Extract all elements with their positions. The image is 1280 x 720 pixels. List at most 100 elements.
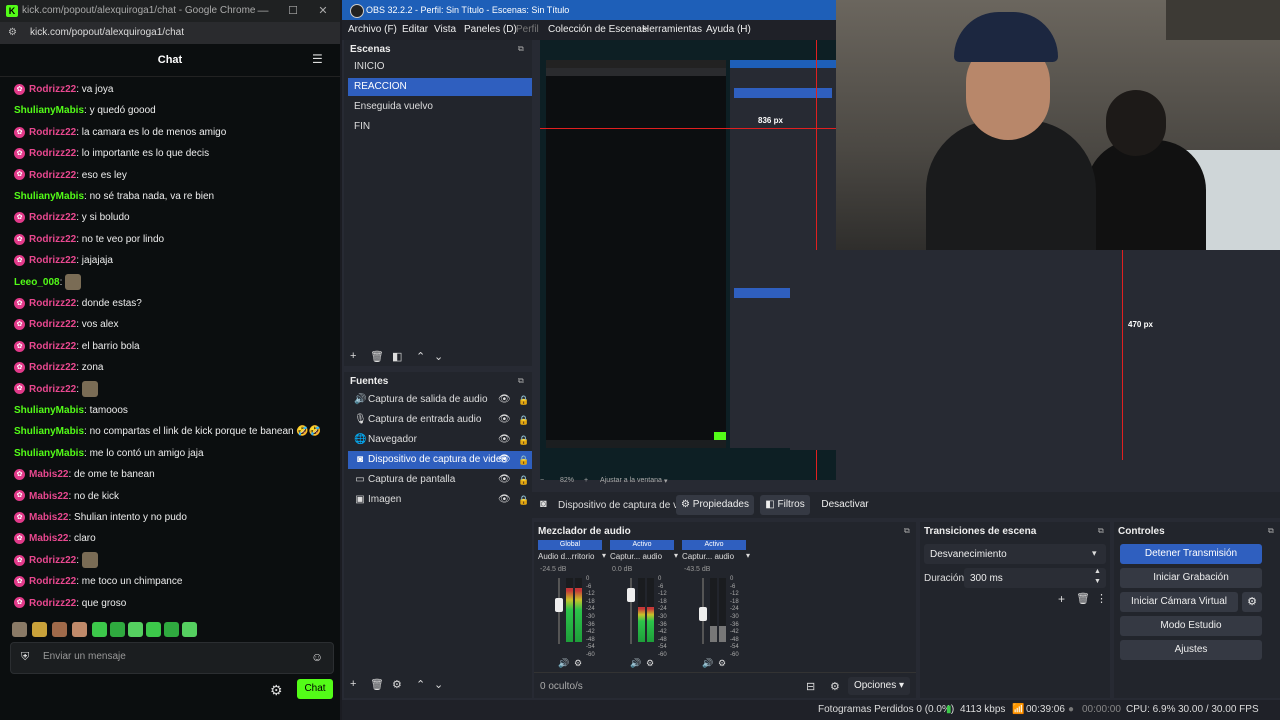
remove-scene-icon[interactable]: 🗑 [370, 350, 384, 363]
menu-archivo[interactable]: Archivo (F) [348, 24, 397, 35]
scene-item[interactable]: Enseguida vuelvo [348, 98, 532, 116]
chat-users-icon[interactable]: ☰ [312, 52, 323, 66]
chat-username[interactable]: Leeo_008 [14, 277, 60, 288]
add-transition-icon[interactable]: + [1058, 592, 1065, 606]
chat-username[interactable]: Mabis22 [29, 512, 68, 523]
mixer-advanced-gear-icon[interactable]: ⚙ [830, 680, 840, 693]
send-chat-button[interactable]: Chat [297, 679, 333, 699]
muted-speaker-icon[interactable]: 🔊 [702, 658, 713, 669]
move-up-icon[interactable]: ⌃ [416, 678, 425, 691]
emote-icon[interactable] [146, 622, 161, 637]
chat-input[interactable]: ⛨ Enviar un mensaje ☺ [10, 642, 334, 674]
studio-mode-button[interactable]: Modo Estudio [1120, 616, 1262, 636]
properties-button[interactable]: ⚙ Propiedades [676, 495, 754, 515]
stepper-up-icon[interactable]: ▲ [1094, 568, 1101, 575]
source-settings-gear-icon[interactable]: ⚙ [392, 678, 402, 691]
emote-icon[interactable] [52, 622, 67, 637]
chat-username[interactable]: Rodrizz22 [29, 170, 76, 181]
chat-settings-gear-icon[interactable]: ⚙ [270, 682, 283, 699]
emote-icon[interactable] [12, 622, 27, 637]
emote-icon[interactable] [32, 622, 47, 637]
lock-icon[interactable]: 🔒 [518, 471, 529, 489]
visibility-eye-icon[interactable]: 👁 [498, 451, 511, 469]
scene-item[interactable]: FIN [348, 118, 532, 136]
duration-field[interactable]: 300 ms ▲ ▼ [964, 568, 1106, 588]
speaker-icon[interactable]: 🔊 [630, 658, 641, 669]
volume-fader[interactable] [627, 588, 635, 603]
menu-ayuda[interactable]: Ayuda (H) [706, 24, 751, 35]
add-scene-icon[interactable]: + [350, 350, 356, 362]
visibility-eye-icon[interactable]: 👁 [498, 431, 511, 449]
zoom-out-icon[interactable]: − [540, 477, 544, 484]
chat-username[interactable]: Rodrizz22 [29, 384, 76, 395]
channel-settings-gear-icon[interactable]: ⚙ [646, 658, 654, 669]
move-down-icon[interactable]: ⌄ [434, 678, 443, 691]
lock-icon[interactable]: 🔒 [518, 411, 529, 429]
emote-icon[interactable] [92, 622, 107, 637]
stop-stream-button[interactable]: Detener Transmisión [1120, 544, 1262, 564]
undock-icon[interactable]: ⧉ [518, 44, 524, 54]
chat-username[interactable]: ShulianyMabis [14, 405, 84, 416]
chat-username[interactable]: ShulianyMabis [14, 105, 84, 116]
remove-transition-icon[interactable]: 🗑 [1076, 592, 1090, 605]
remove-source-icon[interactable]: 🗑 [370, 678, 384, 691]
source-item[interactable]: ▭ Captura de pantalla 👁 🔒 [348, 471, 532, 489]
chat-username[interactable]: ShulianyMabis [14, 448, 84, 459]
visibility-eye-icon[interactable]: 👁 [498, 471, 511, 489]
emoji-picker-icon[interactable]: ☺ [311, 650, 323, 664]
chat-username[interactable]: ShulianyMabis [14, 426, 84, 437]
channel-settings-gear-icon[interactable]: ⚙ [718, 658, 726, 669]
emote-icon[interactable] [164, 622, 179, 637]
undock-icon[interactable]: ⧉ [1268, 526, 1274, 536]
chat-username[interactable]: Rodrizz22 [29, 362, 76, 373]
undock-icon[interactable]: ⧉ [904, 526, 910, 536]
chat-username[interactable]: Rodrizz22 [29, 555, 76, 566]
visibility-eye-icon[interactable]: 👁 [498, 491, 511, 509]
chat-username[interactable]: Rodrizz22 [29, 341, 76, 352]
fit-dropdown-icon[interactable]: ▾ [664, 477, 668, 485]
chat-username[interactable]: Mabis22 [29, 533, 68, 544]
zoom-in-icon[interactable]: + [584, 477, 588, 484]
move-down-icon[interactable]: ⌄ [434, 350, 443, 363]
chat-username[interactable]: Rodrizz22 [29, 255, 76, 266]
maximize-icon[interactable]: ☐ [284, 3, 302, 19]
chat-username[interactable]: ShulianyMabis [14, 191, 84, 202]
virtual-camera-gear-icon[interactable]: ⚙ [1242, 592, 1262, 612]
chat-username[interactable]: Rodrizz22 [29, 148, 76, 159]
chat-username[interactable]: Rodrizz22 [29, 84, 76, 95]
lock-icon[interactable]: 🔒 [518, 431, 529, 449]
transition-select[interactable]: Desvanecimiento ▾ [924, 544, 1106, 564]
fit-to-window[interactable]: Ajustar a la ventana [600, 477, 662, 484]
lock-icon[interactable]: 🔒 [518, 491, 529, 509]
chat-username[interactable]: Rodrizz22 [29, 234, 76, 245]
source-item[interactable]: ◙ Dispositivo de captura de video 👁 🔒 [348, 451, 532, 469]
menu-herramientas[interactable]: Herramientas [642, 24, 702, 35]
close-icon[interactable]: ✕ [314, 3, 332, 19]
chat-username[interactable]: Rodrizz22 [29, 298, 76, 309]
visibility-eye-icon[interactable]: 👁 [498, 411, 511, 429]
chat-username[interactable]: Rodrizz22 [29, 212, 76, 223]
channel-menu-chevron-icon[interactable]: ▾ [602, 551, 606, 560]
speaker-icon[interactable]: 🔊 [558, 658, 569, 669]
source-item[interactable]: 🔊 Captura de salida de audio 👁 🔒 [348, 391, 532, 409]
transition-menu-icon[interactable]: ⋮ [1096, 592, 1107, 605]
add-source-icon[interactable]: + [350, 678, 356, 690]
lock-icon[interactable]: 🔒 [518, 451, 529, 469]
volume-fader[interactable] [555, 597, 563, 612]
menu-coleccion-escenas[interactable]: Colección de Escenas [548, 24, 647, 35]
chat-username[interactable]: Rodrizz22 [29, 598, 76, 609]
visibility-eye-icon[interactable]: 👁 [498, 391, 511, 409]
menu-perfil[interactable]: Perfil [516, 24, 539, 35]
scene-filters-icon[interactable]: ◧ [392, 350, 402, 363]
chat-username[interactable]: Rodrizz22 [29, 319, 76, 330]
volume-fader[interactable] [699, 606, 707, 621]
virtual-camera-button[interactable]: Iniciar Cámara Virtual [1120, 592, 1238, 612]
undock-icon[interactable]: ⧉ [518, 376, 524, 386]
menu-vista[interactable]: Vista [434, 24, 456, 35]
channel-menu-chevron-icon[interactable]: ▾ [674, 551, 678, 560]
minimize-icon[interactable]: — [254, 3, 272, 19]
move-up-icon[interactable]: ⌃ [416, 350, 425, 363]
filters-button[interactable]: ◧ Filtros [760, 495, 810, 515]
emote-icon[interactable] [72, 622, 87, 637]
stepper-down-icon[interactable]: ▼ [1094, 578, 1101, 585]
